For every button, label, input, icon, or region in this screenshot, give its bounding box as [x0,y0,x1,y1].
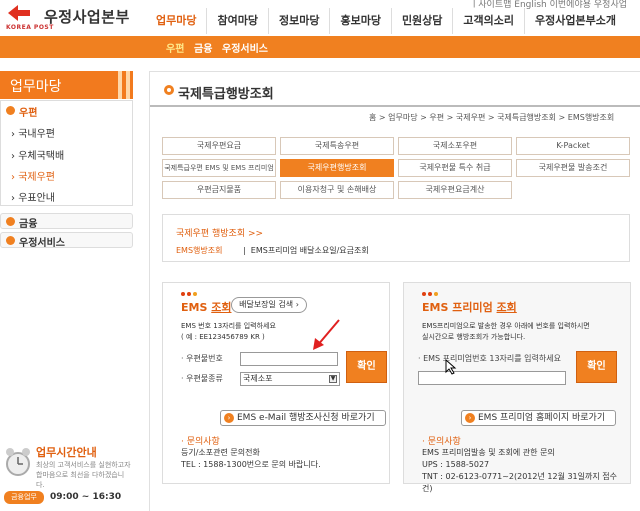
hours-desc: 최상의 고객서비스를 실현하고자 합마음으로 최선을 다하겠습니다. [36,461,131,489]
link-ems-premium[interactable]: | EMS프리미엄 배달소요일/요금조회 [243,245,369,256]
tab-prohibited[interactable]: 우편금지물품 [162,181,276,199]
link-ems-tracking[interactable]: EMS행방조회 [176,245,222,256]
arrow-right-icon: › [465,413,475,423]
premium-inquiry-title: · 문의사항 [422,437,461,447]
label-item-number: · 우편물번호 [181,354,223,363]
nav-work[interactable]: 업무마당 [146,8,208,34]
logo-sub: KOREA POST [6,24,54,31]
title-divider [150,105,640,107]
bullet-icon [6,106,15,115]
nav-voice[interactable]: 고객의소리 [453,8,526,34]
dots-icon [422,292,452,298]
tab-ems[interactable]: 국제특급우편 EMS 및 EMS 프리미엄 [162,159,276,177]
hours-title: 업무시간안내 [36,446,97,459]
nav-info[interactable]: 정보마당 [269,8,331,34]
tab-kpacket[interactable]: K-Packet [516,137,630,155]
sub-nav: 우편 금융 우정서비스 [0,36,640,58]
sidebar-item-parcel[interactable]: › 우체국택배 [11,147,64,162]
main-content: 국제특급행방조회 홈 > 업무마당 > 우편 > 국제우편 > 국제특급행방조회… [149,71,640,511]
tab-claims[interactable]: 이용자청구 및 손해배상 [280,181,394,199]
sidebar-title-text: 업무마당 [10,79,62,95]
ems-email-link[interactable]: › EMS e-Mail 행방조사신청 바로가기 [220,410,386,426]
bullet-icon [6,236,15,245]
label-item-type: · 우편물종류 [181,374,223,383]
sidebar-title: 업무마당 [0,71,133,99]
tab-special[interactable]: 국제우편물 특수 취급 [398,159,512,177]
sidebar-item-service[interactable]: 우정서비스 [0,232,133,249]
premium-number-input[interactable] [418,371,566,385]
nav-civil[interactable]: 민원상담 [392,8,454,34]
nav-about[interactable]: 우정사업본부소개 [525,8,626,34]
ems-inquiry-text: 등기/소포관련 문의전화 TEL : 1588-1300번으로 문의 바랍니다. [181,448,321,469]
breadcrumb: 홈 > 업무마당 > 우편 > 국제우편 > 국제특급행방조회 > EMS행방조… [369,113,615,122]
alarm-clock-icon [6,448,30,476]
ems-title: EMS 조회 [181,301,232,314]
business-hours: 업무시간안내 최상의 고객서비스를 실현하고자 합마음으로 최선을 다하겠습니다… [0,440,133,511]
tracking-info-box: 국제우편 행방조회 >> EMS행방조회 | EMS프리미엄 배달소요일/요금조… [162,214,630,262]
arrow-right-icon: › [224,413,234,423]
logo-text: 우정사업본부 [44,8,130,26]
tab-rates[interactable]: 국제우편요금 [162,137,276,155]
arrow-icon [313,319,340,350]
chevron-down-icon: ▼ [329,375,337,383]
sidebar-item-domestic[interactable]: › 국내우편 [11,125,55,140]
page-title: 국제특급행방조회 [178,87,274,102]
hours-time: 09:00 ~ 16:30 [50,492,122,502]
premium-confirm-button[interactable]: 확인 [576,351,617,383]
cursor-icon [445,359,457,375]
subnav-service[interactable]: 우정서비스 [222,40,268,55]
sidebar-item-post[interactable]: 우편 [19,104,37,119]
ems-premium-box: EMS 프리미엄 조회 EMS프리미엄으로 발송한 경우 아래에 번호를 입력하… [403,282,631,493]
ems-desc: EMS 번호 13자리를 입력하세요( 예 : EE123456789 KR ) [181,322,276,341]
sidebar-item-finance[interactable]: 금융 [0,213,133,230]
tab-calculator[interactable]: 국제우편요금계산 [398,181,512,199]
title-bullet-icon [164,85,174,95]
ems-inquiry-title: · 문의사항 [181,437,220,447]
delivery-date-button[interactable]: 배달보장일 검색 › [231,297,307,313]
bullet-icon [6,217,15,226]
logo[interactable]: 우정사업본부 KOREA POST [4,2,144,36]
premium-inquiry-text: EMS 프리미엄발송 및 조회에 관한 문의 UPS : 1588-5027 TNT… [422,448,617,493]
korea-post-logo-icon [8,5,30,21]
nav-participation[interactable]: 참여마당 [207,8,269,34]
ems-confirm-button[interactable]: 확인 [346,351,387,383]
sidebar-stripe [118,71,122,99]
ems-search-box: EMS 조회 배달보장일 검색 › EMS 번호 13자리를 입력하세요( 예 … [162,282,390,484]
sidebar-item-international[interactable]: › 국제우편 [11,168,55,183]
item-number-input[interactable] [240,352,338,366]
sidebar-stripe [126,71,130,99]
premium-homepage-link[interactable]: › EMS 프리미엄 홈페이지 바로가기 [461,410,616,426]
item-type-select[interactable]: 국제소포 ▼ [240,372,340,386]
premium-title: EMS 프리미엄 조회 [422,301,517,314]
tab-express[interactable]: 국제특송우편 [280,137,394,155]
dots-icon [181,292,211,298]
label-premium-number: · EMS 프리미엄번호 13자리를 입력하세요 [418,354,561,363]
hours-badge: 금융업무 [4,491,44,504]
tab-parcel[interactable]: 국제소포우편 [398,137,512,155]
top-nav: 업무마당 참여마당 정보마당 홍보마당 민원상담 고객의소리 우정사업본부소개 [146,8,626,34]
page: ㅣ사이트맵 English 이번에야용 우정사업 우정사업본부 KOREA PO… [0,0,640,511]
tab-tracking[interactable]: 국제우편행방조회 [280,159,394,177]
subnav-finance[interactable]: 금융 [194,40,212,55]
nav-pr[interactable]: 홍보마당 [330,8,392,34]
sidebar-item-stamp[interactable]: › 우표안내 [11,189,55,204]
sidebar-menu: 우편 › 국내우편 › 우체국택배 › 국제우편 › 우표안내 [0,100,133,206]
info-title: 국제우편 행방조회 >> [176,229,264,239]
subnav-post[interactable]: 우편 [166,40,184,55]
premium-desc: EMS프리미엄으로 발송한 경우 아래에 번호를 입력하시면 실시간으로 행방조회… [422,322,590,341]
tab-conditions[interactable]: 국제우편물 발송조건 [516,159,630,177]
